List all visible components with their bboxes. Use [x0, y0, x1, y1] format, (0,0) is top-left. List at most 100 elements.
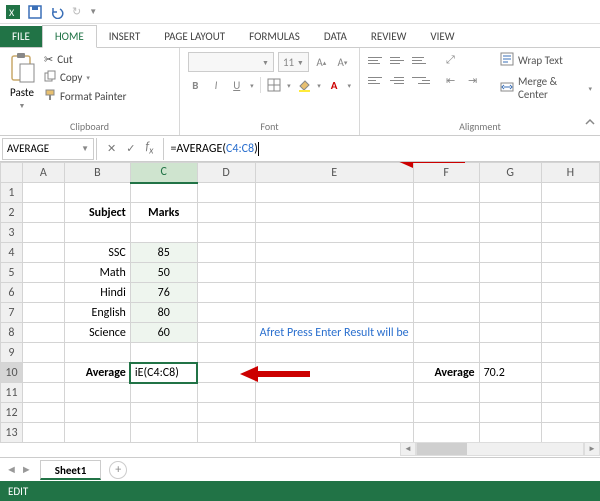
cell-B13[interactable]	[64, 423, 130, 443]
cell-G1[interactable]	[479, 183, 541, 203]
cell-F4[interactable]	[413, 243, 479, 263]
new-sheet-button[interactable]: +	[109, 461, 127, 479]
tab-formulas[interactable]: FORMULAS	[237, 26, 312, 47]
cell-F2[interactable]	[413, 203, 479, 223]
row-header-7[interactable]: 7	[1, 303, 23, 323]
cell-H7[interactable]	[541, 303, 599, 323]
cell-C5[interactable]: 50	[130, 263, 197, 283]
cell-F5[interactable]	[413, 263, 479, 283]
namebox-dropdown-icon[interactable]: ▼	[81, 144, 89, 154]
cell-D7[interactable]	[197, 303, 255, 323]
horizontal-scrollbar[interactable]: ◄ ►	[400, 437, 600, 461]
cell-E1[interactable]	[255, 183, 413, 203]
underline-button[interactable]: U	[229, 76, 244, 94]
align-top-button[interactable]	[368, 52, 386, 68]
cell-G8[interactable]	[479, 323, 541, 343]
cell-B8[interactable]: Science	[64, 323, 130, 343]
cell-D8[interactable]	[197, 323, 255, 343]
cell-G5[interactable]	[479, 263, 541, 283]
cell-E3[interactable]	[255, 223, 413, 243]
tab-data[interactable]: DATA	[312, 26, 359, 47]
cell-D11[interactable]	[197, 383, 255, 403]
name-box[interactable]: AVERAGE ▼	[2, 138, 94, 160]
cell-D12[interactable]	[197, 403, 255, 423]
cell-D2[interactable]	[197, 203, 255, 223]
cell-D5[interactable]	[197, 263, 255, 283]
cell-A7[interactable]	[22, 303, 64, 323]
tab-review[interactable]: REVIEW	[359, 26, 419, 47]
paste-button[interactable]: Paste ▼	[8, 52, 36, 110]
cell-A6[interactable]	[22, 283, 64, 303]
redo-icon[interactable]: ↻	[72, 5, 81, 18]
col-header-H[interactable]: H	[541, 163, 599, 183]
row-header-11[interactable]: 11	[1, 383, 23, 403]
row-header-10[interactable]: 10	[1, 363, 23, 383]
cell-B3[interactable]	[64, 223, 130, 243]
tab-file[interactable]: FILE	[0, 26, 42, 47]
cell-F1[interactable]	[413, 183, 479, 203]
cell-D6[interactable]	[197, 283, 255, 303]
cell-G6[interactable]	[479, 283, 541, 303]
cell-A8[interactable]	[22, 323, 64, 343]
cell-D9[interactable]	[197, 343, 255, 363]
cell-C4[interactable]: 85	[130, 243, 197, 263]
decrease-indent-button[interactable]: ⇤	[446, 72, 464, 88]
col-header-D[interactable]: D	[197, 163, 255, 183]
cell-A1[interactable]	[22, 183, 64, 203]
increase-indent-button[interactable]: ⇥	[468, 72, 486, 88]
cell-B5[interactable]: Math	[64, 263, 130, 283]
cell-A2[interactable]	[22, 203, 64, 223]
align-left-button[interactable]	[368, 72, 386, 88]
cell-D13[interactable]	[197, 423, 255, 443]
format-painter-button[interactable]: Format Painter	[42, 88, 128, 105]
cell-F12[interactable]	[413, 403, 479, 423]
col-header-B[interactable]: B	[64, 163, 130, 183]
cell-H3[interactable]	[541, 223, 599, 243]
cell-H12[interactable]	[541, 403, 599, 423]
cell-H6[interactable]	[541, 283, 599, 303]
cancel-formula-icon[interactable]: ✕	[107, 142, 116, 155]
cell-A9[interactable]	[22, 343, 64, 363]
cell-A13[interactable]	[22, 423, 64, 443]
undo-icon[interactable]	[50, 5, 64, 19]
cell-H9[interactable]	[541, 343, 599, 363]
bold-button[interactable]: B	[188, 76, 203, 94]
tab-insert[interactable]: INSERT	[97, 26, 153, 47]
orientation-button[interactable]: ⤢	[446, 52, 464, 68]
cell-A3[interactable]	[22, 223, 64, 243]
cell-B10[interactable]: Average	[64, 363, 130, 383]
cell-D1[interactable]	[197, 183, 255, 203]
cell-F8[interactable]	[413, 323, 479, 343]
cut-button[interactable]: ✂ Cut	[42, 52, 128, 67]
col-header-C[interactable]: C	[130, 163, 197, 183]
cell-E8[interactable]: Afret Press Enter Result will be	[255, 323, 413, 343]
cell-C9[interactable]	[130, 343, 197, 363]
cell-A5[interactable]	[22, 263, 64, 283]
cell-H4[interactable]	[541, 243, 599, 263]
cell-C2[interactable]: Marks	[130, 203, 197, 223]
save-icon[interactable]	[28, 5, 42, 19]
cell-G10[interactable]: 70.2	[479, 363, 541, 383]
cell-B1[interactable]	[64, 183, 130, 203]
cell-G12[interactable]	[479, 403, 541, 423]
cell-B7[interactable]: English	[64, 303, 130, 323]
row-header-6[interactable]: 6	[1, 283, 23, 303]
cell-C7[interactable]: 80	[130, 303, 197, 323]
cell-C11[interactable]	[130, 383, 197, 403]
cell-C3[interactable]	[130, 223, 197, 243]
formula-input[interactable]: =AVERAGE(C4:C8)	[164, 138, 600, 160]
row-header-8[interactable]: 8	[1, 323, 23, 343]
cell-C12[interactable]	[130, 403, 197, 423]
font-size-select[interactable]: 11▼	[278, 52, 309, 72]
cell-G7[interactable]	[479, 303, 541, 323]
row-header-2[interactable]: 2	[1, 203, 23, 223]
cell-G4[interactable]	[479, 243, 541, 263]
row-header-3[interactable]: 3	[1, 223, 23, 243]
col-header-A[interactable]: A	[22, 163, 64, 183]
cell-E4[interactable]	[255, 243, 413, 263]
row-header-12[interactable]: 12	[1, 403, 23, 423]
cell-B9[interactable]	[64, 343, 130, 363]
cell-C13[interactable]	[130, 423, 197, 443]
font-family-select[interactable]: ▼	[188, 52, 274, 72]
align-center-button[interactable]	[390, 72, 408, 88]
